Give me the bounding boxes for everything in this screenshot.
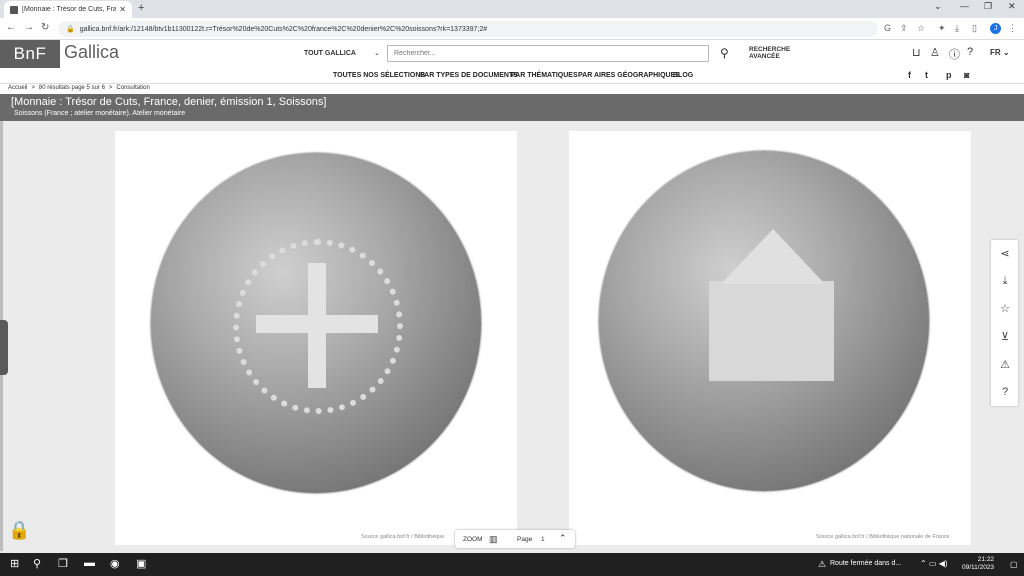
page-label: Page	[517, 536, 533, 543]
gallica-brand[interactable]: Gallica	[64, 42, 119, 63]
download-icon[interactable]: ⤓	[955, 23, 959, 34]
chevron-down-icon[interactable]: ⌄	[374, 49, 380, 57]
notification-icon: ⚠	[818, 559, 827, 569]
accessibility-lock-icon[interactable]: 🔒	[8, 520, 30, 550]
chrome-icon[interactable]: ◉	[110, 557, 120, 570]
bnf-logo[interactable]: BnF	[0, 40, 60, 68]
share-icon[interactable]: ⋖	[998, 247, 1012, 260]
coin-temple-roof	[721, 229, 825, 284]
maximize-icon[interactable]: ❐	[984, 1, 992, 12]
coin-temple	[709, 281, 834, 381]
address-bar[interactable]: 🔒 gallica.bnf.fr/ark:/12148/btv1b1130012…	[58, 21, 878, 37]
breadcrumb-current: Consultation	[116, 85, 150, 91]
book-view-icon[interactable]: ▥	[489, 534, 498, 545]
file-explorer-icon[interactable]: ▬	[84, 557, 95, 569]
nav-item-geographic-areas[interactable]: PAR AIRES GÉOGRAPHIQUES	[578, 72, 680, 79]
bookmark-star-icon[interactable]: ☆	[917, 23, 925, 34]
logo-text: BnF	[13, 44, 47, 63]
language-label: FR	[990, 48, 1001, 57]
help-icon[interactable]: ?	[998, 386, 1012, 398]
forward-icon[interactable]: →	[24, 22, 34, 33]
notification-text[interactable]: Route fermée dans d...	[830, 560, 901, 567]
nav-item-selections[interactable]: TOUTES NOS SÉLECTIONS	[333, 72, 425, 79]
close-tab-icon[interactable]: ✕	[119, 5, 126, 14]
language-select[interactable]: FR ⌄	[990, 48, 1010, 57]
left-panel-toggle[interactable]	[0, 320, 8, 375]
coin-cross-horizontal	[256, 315, 378, 333]
profile-avatar[interactable]: J	[990, 23, 1001, 34]
user-icon[interactable]: ♙	[930, 46, 940, 59]
search-icon[interactable]: ⚲	[720, 46, 729, 60]
page-reverse[interactable]: Source gallica.bnf.fr / Bibliothèque nat…	[569, 131, 971, 545]
favicon-icon	[10, 5, 18, 14]
extensions-icon[interactable]: ✦	[938, 23, 946, 34]
cart-icon[interactable]: ⊻	[998, 330, 1012, 343]
viewer-controls: ZOOM ▥ Page 1 ⌃	[455, 530, 575, 548]
side-panel-icon[interactable]: ▯	[972, 23, 977, 34]
nav-item-document-types[interactable]: PAR TYPES DE DOCUMENTS	[420, 72, 518, 79]
reload-icon[interactable]: ↻	[41, 22, 49, 33]
tab-title: [Monnaie : Trésor de Cuts, France…	[22, 6, 117, 13]
breadcrumb-results[interactable]: 80 résultats page 5 sur 6	[39, 85, 105, 93]
windows-start-icon[interactable]: ⊞	[10, 557, 19, 570]
viewer-toolbar	[991, 240, 1018, 406]
task-view-icon[interactable]: ❐	[58, 557, 68, 570]
pinterest-icon[interactable]: p	[946, 70, 952, 80]
chevron-up-icon[interactable]: ⌃	[559, 533, 567, 544]
share-icon[interactable]: ⇪	[900, 23, 908, 34]
nav-item-blog[interactable]: BLOG	[673, 72, 693, 79]
source-credit-right: Source gallica.bnf.fr / Bibliothèque nat…	[816, 534, 950, 540]
scope-select[interactable]: TOUT GALLICA	[304, 50, 356, 57]
document-title: [Monnaie : Trésor de Cuts, France, denie…	[11, 96, 327, 108]
twitter-icon[interactable]: t	[925, 70, 928, 80]
download-icon[interactable]: ⤓	[998, 275, 1012, 288]
clock[interactable]: 21:22 09/11/2023	[962, 556, 994, 572]
app-icon[interactable]: ▣	[136, 557, 146, 570]
help-icon[interactable]: ?	[967, 46, 973, 58]
menu-kebab-icon[interactable]: ⋮	[1008, 23, 1017, 34]
page-obverse[interactable]: Source gallica.bnf.fr / Bibliothèque	[115, 131, 517, 545]
breadcrumb-home[interactable]: Accueil	[8, 85, 27, 93]
instagram-icon[interactable]: ◙	[964, 70, 969, 80]
page-number-input[interactable]: 1	[541, 536, 545, 543]
advanced-search-link[interactable]: RECHERCHE AVANCÉE	[749, 46, 799, 60]
minimize-icon[interactable]: —	[960, 1, 969, 11]
nav-item-themes[interactable]: PAR THÉMATIQUES	[511, 72, 578, 79]
source-credit-left: Source gallica.bnf.fr / Bibliothèque	[361, 534, 445, 540]
close-window-icon[interactable]: ✕	[1008, 1, 1016, 12]
coin-reverse-image	[599, 151, 929, 491]
google-icon[interactable]: G	[884, 23, 891, 33]
tray-icons[interactable]: ⌃ ▭ ◀)	[920, 559, 948, 568]
clock-time: 21:22	[977, 556, 995, 563]
search-input[interactable]	[387, 45, 709, 62]
new-tab-icon[interactable]: +	[138, 2, 144, 14]
url-text: gallica.bnf.fr/ark:/12148/btv1b11300122t…	[79, 25, 488, 33]
document-subtitle: Soissons (France ; atelier monétaire). A…	[14, 110, 186, 117]
browser-tab-strip	[0, 0, 1024, 18]
browser-tab[interactable]: [Monnaie : Trésor de Cuts, France… ✕	[4, 1, 132, 18]
lock-icon: 🔒	[66, 26, 75, 33]
clock-date: 09/11/2023	[962, 564, 995, 571]
breadcrumb: Accueil > 80 résultats page 5 sur 6 > Co…	[0, 84, 1024, 94]
taskbar-search-icon[interactable]: ⚲	[33, 557, 41, 570]
info-icon[interactable]: ⓘ	[949, 46, 960, 62]
tab-search-chevron-icon[interactable]: ⌄	[934, 1, 942, 12]
coin-obverse-image	[151, 153, 481, 493]
notification-center-icon[interactable]: ▢	[1010, 560, 1018, 569]
basket-icon[interactable]: ⊔	[912, 46, 921, 59]
favorite-star-icon[interactable]: ☆	[998, 302, 1012, 315]
back-icon[interactable]: ←	[6, 22, 16, 33]
warning-icon[interactable]: ⚠	[998, 358, 1012, 371]
facebook-icon[interactable]: f	[908, 70, 911, 80]
zoom-label[interactable]: ZOOM	[463, 536, 483, 543]
